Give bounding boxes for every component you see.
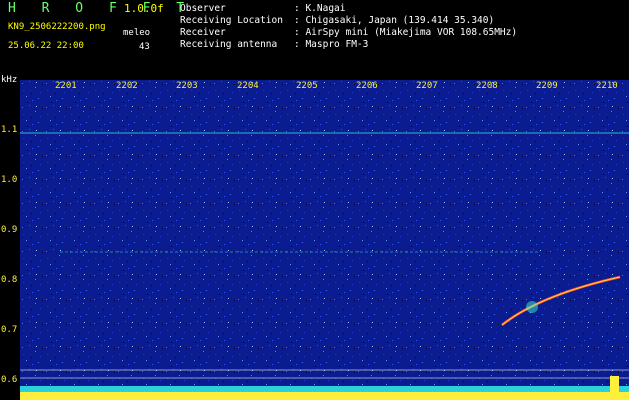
audio-level-bar [20, 392, 629, 400]
info-row-observer: Observer: K.Nagai [180, 3, 346, 14]
info-key: Receiver [180, 27, 226, 38]
app-logo: H R O F F T [8, 1, 194, 16]
audio-level-peak [610, 376, 619, 400]
y-tick-label: 1.0 [1, 175, 18, 185]
info-value: AirSpy mini (Miakejima VOR 108.65MHz) [305, 27, 518, 38]
station-info: Observer: K.Nagai Receiving Location: Ch… [180, 3, 517, 51]
version-label: 1.0.0f [124, 2, 164, 15]
x-tick-label: 2209 [536, 81, 558, 91]
x-tick-label: 2202 [116, 81, 138, 91]
info-value: K.Nagai [305, 3, 346, 14]
x-tick-label: 2207 [416, 81, 438, 91]
spectrogram-svg [20, 80, 629, 400]
x-tick-label: 2203 [176, 81, 198, 91]
x-tick-label: 2201 [55, 81, 77, 91]
y-axis-unit: kHz [1, 75, 18, 85]
info-key: Receiving Location [180, 15, 283, 26]
y-tick-label: 0.6 [1, 375, 18, 385]
meteor-count: 43 [139, 42, 150, 52]
info-row-antenna: Receiving antenna: Maspro FM-3 [180, 39, 369, 50]
x-tick-label: 2205 [296, 81, 318, 91]
y-tick-label: 0.8 [1, 275, 18, 285]
meteor-head-glow [526, 301, 538, 313]
y-tick-label: 0.9 [1, 225, 18, 235]
spectrogram-plot [20, 80, 629, 400]
info-key: Receiving antenna [180, 39, 278, 50]
x-tick-label: 2206 [356, 81, 378, 91]
y-axis [0, 74, 20, 400]
y-tick-label: 1.1 [1, 125, 18, 135]
capture-datetime: 25.06.22 22:00 [8, 41, 84, 51]
meleo-label: meleo [123, 28, 151, 38]
file-name: KN9_2506222200.png [8, 22, 106, 32]
y-tick-label: 0.7 [1, 325, 18, 335]
noise-background [20, 80, 629, 400]
x-tick-label: 2208 [476, 81, 498, 91]
header-bar: H R O F F T 1.0.0f KN9_2506222200.png 25… [0, 0, 629, 74]
info-value: Maspro FM-3 [305, 39, 369, 50]
info-row-location: Receiving Location: Chigasaki, Japan (13… [180, 15, 495, 26]
x-tick-label: 2204 [237, 81, 259, 91]
info-key: Observer [180, 3, 226, 14]
info-row-receiver: Receiver: AirSpy mini (Miakejima VOR 108… [180, 27, 518, 38]
x-tick-label: 2210 [596, 81, 618, 91]
info-value: Chigasaki, Japan (139.414 35.340) [305, 15, 495, 26]
